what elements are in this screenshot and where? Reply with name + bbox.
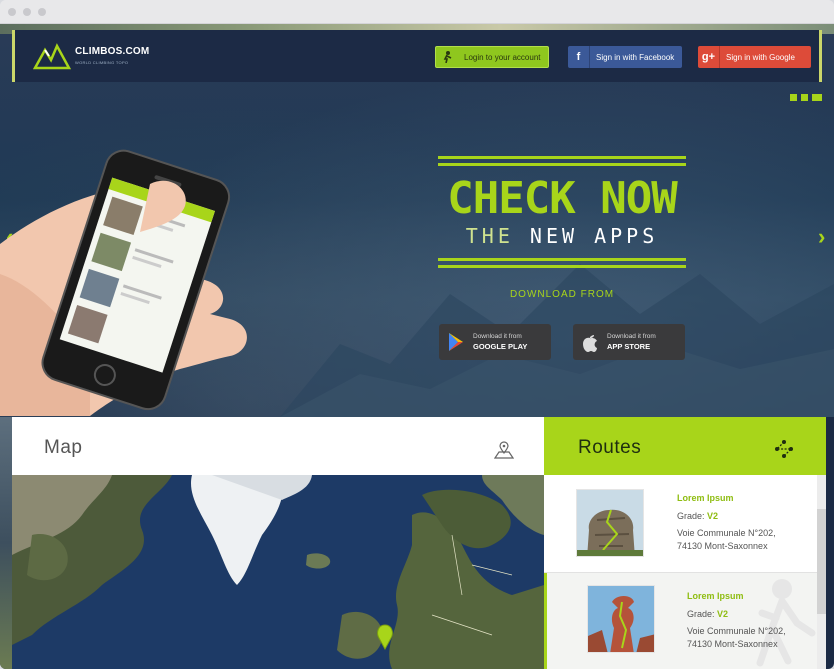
facebook-signin-button[interactable]: f Sign in with Facebook <box>568 46 682 68</box>
route-thumbnail <box>576 489 644 557</box>
next-slide-arrow-icon[interactable]: › <box>818 224 825 250</box>
route-icon[interactable] <box>774 439 794 459</box>
hero-slider: CLIMBOS.COM WORLD CLIMBING TOPO Login to… <box>0 24 834 417</box>
route-item[interactable]: Lorem Ipsum Grade: V2 Voie Communale N°2… <box>544 573 826 669</box>
subheadline-rest: NEW APPS <box>529 224 659 248</box>
hand-holding-phone-image <box>0 149 247 416</box>
login-button-label: Login to your account <box>464 52 541 62</box>
routes-scrollbar-thumb[interactable] <box>817 509 826 614</box>
decor-line <box>438 265 686 268</box>
route-grade-value: V2 <box>707 511 719 521</box>
headline: CHECK NOW <box>447 173 677 224</box>
logo-text: CLIMBOS.COM <box>75 46 150 57</box>
slide-dot[interactable] <box>801 94 808 101</box>
background-strip <box>0 417 12 669</box>
route-address: Voie Communale N°202, 74130 Mont-Saxonne… <box>687 625 786 651</box>
route-grade-label: Grade: <box>677 511 705 521</box>
browser-window: CLIMBOS.COM WORLD CLIMBING TOPO Login to… <box>0 0 834 669</box>
route-grade: Grade: V2 <box>687 609 728 619</box>
decor-line <box>438 163 686 166</box>
app-store-big-text: APP STORE <box>607 342 651 351</box>
subheadline: THE NEW APPS <box>438 224 686 248</box>
facebook-button-label: Sign in with Facebook <box>596 52 675 62</box>
map-title: Map <box>44 437 83 458</box>
route-address-line1: Voie Communale N°202, <box>687 626 786 636</box>
route-grade-label: Grade: <box>687 609 715 619</box>
mountain-logo-icon <box>33 43 72 70</box>
google-play-small-text: Download it from <box>473 333 522 340</box>
window-dot-maximize[interactable] <box>38 8 46 16</box>
route-item[interactable]: Lorem Ipsum Grade: V2 Voie Communale N°2… <box>544 475 826 572</box>
google-button-label: Sign in with Google <box>726 52 795 62</box>
route-name: Lorem Ipsum <box>677 493 734 503</box>
app-store-small-text: Download it from <box>607 333 656 340</box>
app-store-button[interactable]: Download it from APP STORE <box>573 324 685 360</box>
route-grade: Grade: V2 <box>677 511 718 521</box>
facebook-icon: f <box>568 46 590 68</box>
window-dot-minimize[interactable] <box>23 8 31 16</box>
routes-panel: Routes Lorem Ipsum Grade: V2 Voie Commun… <box>544 417 826 669</box>
site-header: CLIMBOS.COM WORLD CLIMBING TOPO Login to… <box>12 30 822 82</box>
map-panel: Map <box>12 417 544 669</box>
browser-chrome <box>0 0 834 24</box>
google-play-button[interactable]: Download it from GOOGLE PLAY <box>439 324 551 360</box>
google-signin-button[interactable]: g+ Sign in with Google <box>698 46 811 68</box>
map-pin-icon[interactable] <box>494 441 514 459</box>
apple-icon <box>573 324 607 360</box>
slide-dot[interactable] <box>812 94 822 101</box>
headline-block: CHECK NOW THE NEW APPS <box>438 156 686 272</box>
google-plus-icon: g+ <box>698 46 720 68</box>
routes-header: Routes <box>544 417 826 475</box>
climber-watermark-icon <box>756 579 816 667</box>
map-header: Map <box>12 417 544 475</box>
google-play-big-text: GOOGLE PLAY <box>473 342 528 351</box>
download-from-label: DOWNLOAD FROM <box>509 289 615 300</box>
google-play-icon <box>439 324 473 360</box>
route-name: Lorem Ipsum <box>687 591 744 601</box>
logo-subtitle: WORLD CLIMBING TOPO <box>75 60 129 65</box>
route-thumbnail <box>587 585 655 653</box>
decor-line <box>438 156 686 159</box>
decor-line <box>438 258 686 261</box>
route-address-line2: 74130 Mont-Saxonnex <box>677 541 768 551</box>
site-logo[interactable]: CLIMBOS.COM WORLD CLIMBING TOPO <box>33 42 149 72</box>
climber-icon <box>436 46 458 68</box>
page: CLIMBOS.COM WORLD CLIMBING TOPO Login to… <box>0 24 834 669</box>
login-button[interactable]: Login to your account <box>435 46 549 68</box>
routes-title: Routes <box>578 437 642 458</box>
route-grade-value: V2 <box>717 609 729 619</box>
route-address: Voie Communale N°202, 74130 Mont-Saxonne… <box>677 527 776 553</box>
route-address-line1: Voie Communale N°202, <box>677 528 776 538</box>
slide-dot[interactable] <box>790 94 797 101</box>
subheadline-the: THE <box>465 224 514 248</box>
route-address-line2: 74130 Mont-Saxonnex <box>687 639 778 649</box>
satellite-map[interactable] <box>12 475 544 669</box>
window-dot-close[interactable] <box>8 8 16 16</box>
